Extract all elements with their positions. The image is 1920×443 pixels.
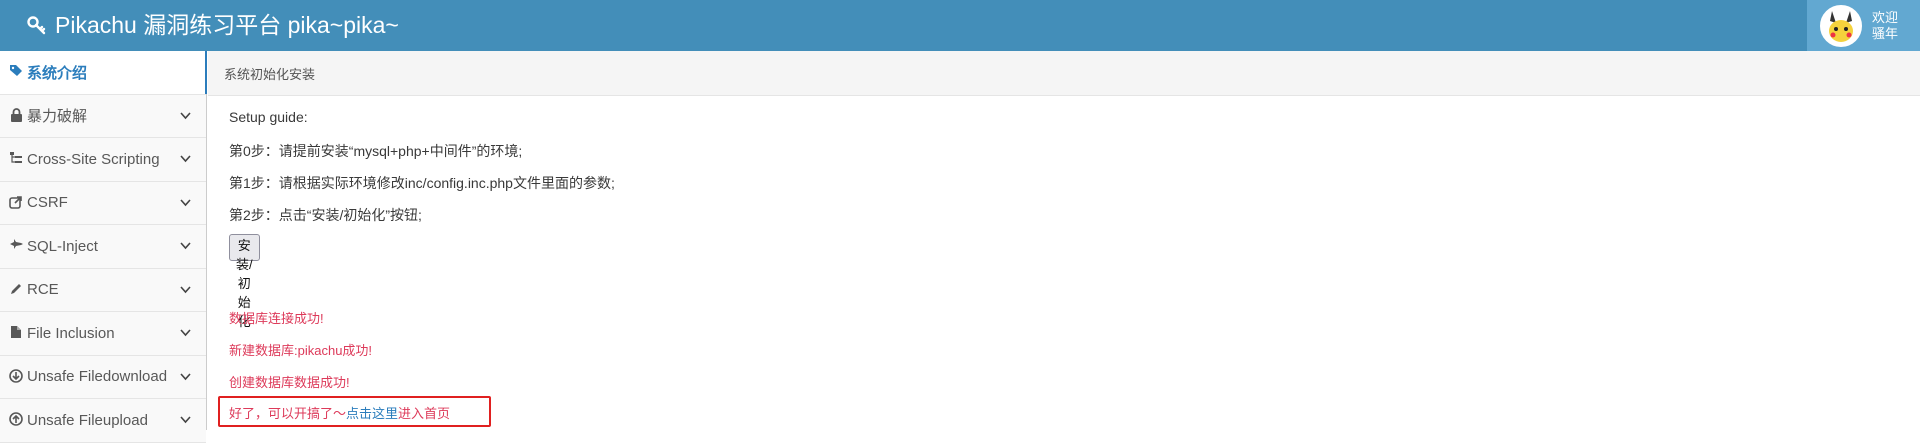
msg-db-connect: 数据库连接成功! <box>229 311 324 326</box>
setup-guide-title: Setup guide: <box>229 109 308 125</box>
install-init-button[interactable]: 安装/初始化 <box>229 234 260 329</box>
sidebar-item-csrf[interactable]: CSRF <box>0 181 206 225</box>
msg-new-db: 新建数据库:pikachu成功! <box>229 343 373 358</box>
sidebar-item-xss[interactable]: Cross-Site Scripting <box>0 138 206 182</box>
lock-icon <box>8 107 24 124</box>
sidebar-item-unsafe-fileupload[interactable]: Unsafe Fileupload <box>0 399 206 443</box>
chevron-down-icon[interactable] <box>179 326 192 339</box>
sidebar-item-label: Unsafe Fileupload <box>27 411 148 429</box>
sidebar: 系统介绍 暴力破解 Cross-Site Scripting CSRF SQL-… <box>0 51 207 443</box>
sidebar-item-unsafe-filedownload[interactable]: Unsafe Filedownload <box>0 355 206 399</box>
fighter-jet-icon <box>8 238 24 254</box>
chevron-down-icon[interactable] <box>179 196 192 209</box>
chevron-down-icon[interactable] <box>179 283 192 296</box>
sidebar-item-label: SQL-Inject <box>27 237 98 255</box>
sitemap-icon <box>8 151 24 167</box>
download-icon <box>8 368 24 385</box>
sidebar-item-label: 系统介绍 <box>27 64 88 82</box>
user-menu[interactable]: 欢迎 骚年 <box>1807 0 1920 51</box>
final-message: 好了，可以开搞了～点击这里进入首页 <box>229 406 451 421</box>
sidebar-item-rce[interactable]: RCE <box>0 268 206 312</box>
sidebar-item-file-inclusion[interactable]: File Inclusion <box>0 312 206 356</box>
share-icon <box>8 195 24 211</box>
top-navbar: Pikachu 漏洞练习平台 pika~pika~ 欢迎 骚年 <box>0 0 1920 51</box>
file-icon <box>8 325 24 341</box>
sidebar-item-label: Unsafe Filedownload <box>27 368 168 386</box>
sidebar-item-intro[interactable]: 系统介绍 <box>0 51 207 95</box>
chevron-down-icon[interactable] <box>179 152 192 165</box>
avatar <box>1820 4 1862 47</box>
breadcrumb: 系统初始化安装 <box>208 51 1920 96</box>
chevron-down-icon[interactable] <box>179 370 192 383</box>
key-icon <box>27 16 46 35</box>
welcome-text: 欢迎 骚年 <box>1872 9 1899 41</box>
sidebar-item-label: Cross-Site Scripting <box>27 150 160 168</box>
tags-icon <box>8 64 24 80</box>
sidebar-item-sql-inject[interactable]: SQL-Inject <box>0 225 206 269</box>
setup-step-2: 第2步：点击“安装/初始化”按钮; <box>229 207 422 223</box>
home-link[interactable]: 点击这里 <box>346 406 398 421</box>
chevron-down-icon[interactable] <box>179 239 192 252</box>
chevron-down-icon[interactable] <box>179 109 192 122</box>
sidebar-item-label: File Inclusion <box>27 324 115 342</box>
sidebar-item-brute-force[interactable]: 暴力破解 <box>0 94 206 138</box>
breadcrumb-current: 系统初始化安装 <box>224 66 316 82</box>
upload-icon <box>8 412 24 428</box>
brand[interactable]: Pikachu 漏洞练习平台 pika~pika~ <box>27 11 399 39</box>
sidebar-item-label: RCE <box>27 281 59 299</box>
app-title: Pikachu 漏洞练习平台 pika~pika~ <box>55 12 399 38</box>
sidebar-item-label: CSRF <box>27 194 68 212</box>
pencil-icon <box>8 282 24 298</box>
setup-step-0: 第0步：请提前安装“mysql+php+中间件”的环境; <box>229 143 523 159</box>
sidebar-item-label: 暴力破解 <box>27 108 88 126</box>
chevron-down-icon[interactable] <box>179 413 192 426</box>
setup-step-1: 第1步：请根据实际环境修改inc/config.inc.php文件里面的参数; <box>229 175 615 191</box>
msg-create-data: 创建数据库数据成功! <box>229 375 350 390</box>
